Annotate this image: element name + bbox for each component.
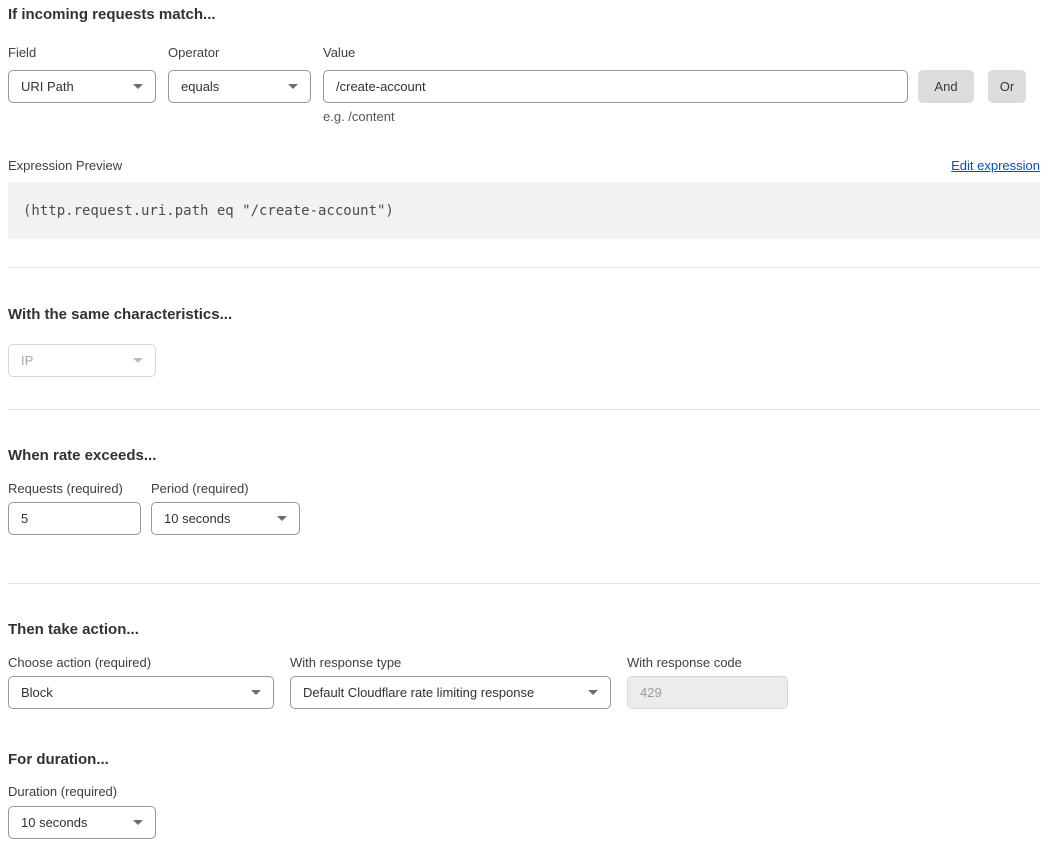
expression-preview-header: Expression Preview Edit expression xyxy=(8,158,1040,174)
value-label: Value xyxy=(323,45,355,61)
chevron-down-icon xyxy=(133,820,143,825)
section-divider xyxy=(8,409,1040,410)
period-dropdown-value: 10 seconds xyxy=(164,511,231,526)
action-controls-row: Block Default Cloudflare rate limiting r… xyxy=(8,676,1040,709)
chevron-down-icon xyxy=(277,516,287,521)
and-button[interactable]: And xyxy=(918,70,974,103)
edit-expression-link[interactable]: Edit expression xyxy=(951,158,1040,174)
action-section-heading: Then take action... xyxy=(8,621,1040,639)
chevron-down-icon xyxy=(133,358,143,363)
action-labels-row: Choose action (required) With response t… xyxy=(8,655,1040,671)
field-label: Field xyxy=(8,45,156,61)
expression-text: (http.request.uri.path eq "/create-accou… xyxy=(23,203,394,219)
requests-label: Requests (required) xyxy=(8,481,141,497)
rate-controls-row: 10 seconds xyxy=(8,502,1040,535)
response-code-label: With response code xyxy=(627,655,742,671)
duration-dropdown[interactable]: 10 seconds xyxy=(8,806,156,839)
choose-action-label: Choose action (required) xyxy=(8,655,274,671)
response-type-label: With response type xyxy=(290,655,611,671)
expression-preview-box: (http.request.uri.path eq "/create-accou… xyxy=(8,182,1040,239)
operator-label: Operator xyxy=(168,45,311,61)
chevron-down-icon xyxy=(288,84,298,89)
chevron-down-icon xyxy=(251,690,261,695)
rate-section-heading: When rate exceeds... xyxy=(8,447,1040,465)
or-button[interactable]: Or xyxy=(988,70,1026,103)
requests-input[interactable] xyxy=(8,502,141,535)
choose-action-dropdown[interactable]: Block xyxy=(8,676,274,709)
period-label: Period (required) xyxy=(151,481,249,497)
match-controls-row: URI Path equals And Or xyxy=(8,70,1040,103)
operator-dropdown-value: equals xyxy=(181,79,219,94)
operator-dropdown[interactable]: equals xyxy=(168,70,311,103)
rate-limiting-rule-form: If incoming requests match... Field Oper… xyxy=(0,0,1048,842)
characteristics-section-heading: With the same characteristics... xyxy=(8,306,1040,324)
field-dropdown[interactable]: URI Path xyxy=(8,70,156,103)
expression-preview-label: Expression Preview xyxy=(8,158,122,174)
duration-dropdown-value: 10 seconds xyxy=(21,815,88,830)
duration-label: Duration (required) xyxy=(8,784,1040,800)
section-divider xyxy=(8,583,1040,584)
match-section-heading: If incoming requests match... xyxy=(8,6,1040,24)
match-labels-row: Field Operator Value xyxy=(8,45,1040,61)
value-hint: e.g. /content xyxy=(323,109,1040,125)
chevron-down-icon xyxy=(133,84,143,89)
rate-labels-row: Requests (required) Period (required) xyxy=(8,481,1040,497)
section-divider xyxy=(8,267,1040,268)
choose-action-dropdown-value: Block xyxy=(21,685,53,700)
field-dropdown-value: URI Path xyxy=(21,79,74,94)
response-type-dropdown[interactable]: Default Cloudflare rate limiting respons… xyxy=(290,676,611,709)
characteristics-controls-row: IP xyxy=(8,344,1040,377)
duration-section-heading: For duration... xyxy=(8,751,1040,769)
response-code-input xyxy=(627,676,788,709)
chevron-down-icon xyxy=(588,690,598,695)
characteristic-dropdown: IP xyxy=(8,344,156,377)
response-type-dropdown-value: Default Cloudflare rate limiting respons… xyxy=(303,685,534,700)
characteristic-dropdown-value: IP xyxy=(21,353,33,368)
duration-controls-row: 10 seconds xyxy=(8,806,1040,839)
period-dropdown[interactable]: 10 seconds xyxy=(151,502,300,535)
value-input[interactable] xyxy=(323,70,908,103)
